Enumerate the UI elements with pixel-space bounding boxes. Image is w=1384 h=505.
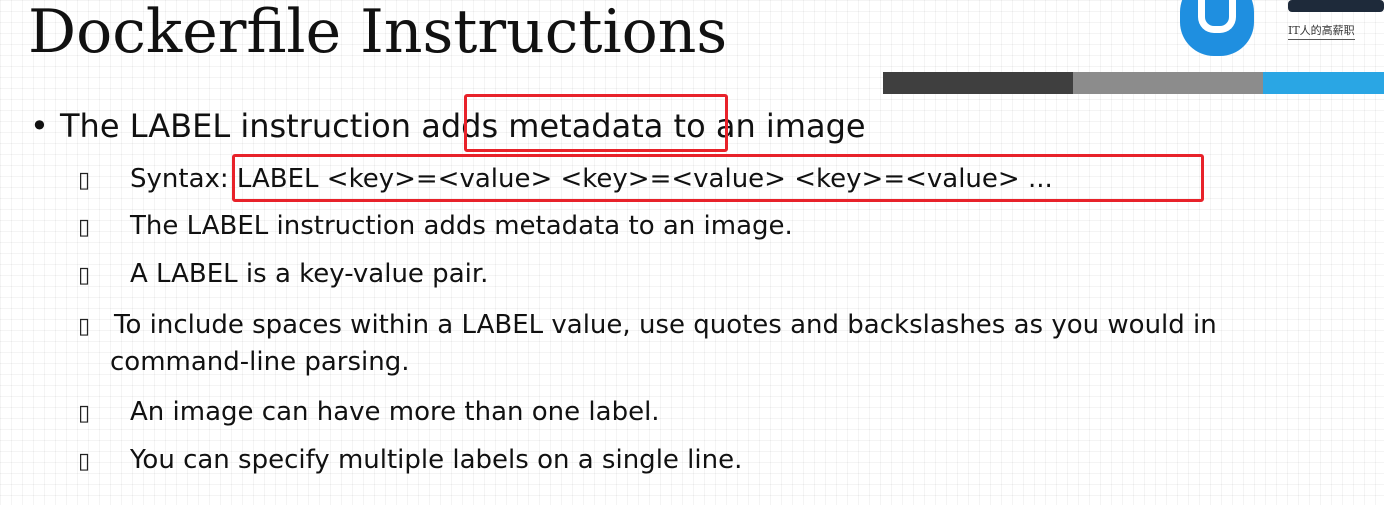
color-bar-gray-segment [1073, 72, 1263, 94]
main-bullet: • The LABEL instruction adds metadata to … [30, 102, 866, 150]
sub-bullet-marker: ▯ [78, 401, 91, 426]
sub-bullet-marker: ▯ [78, 215, 91, 240]
logo-tagline: IT人的高薪职 [1288, 22, 1355, 40]
decorative-color-bar [883, 72, 1384, 94]
sub-item-text: To include spaces within a LABEL value, … [114, 310, 1217, 340]
color-bar-dark-segment [883, 72, 1073, 94]
sub-item-spaces-continuation: command-line parsing. [110, 347, 410, 377]
sub-item-text: An image can have more than one label. [130, 397, 660, 427]
sub-item-text: The LABEL instruction adds metadata to a… [130, 211, 793, 241]
sub-bullet-marker: ▯ [78, 263, 91, 288]
highlight-box-adds-metadata [464, 94, 728, 152]
sub-item-spaces: ▯ To include spaces within a LABEL value,… [78, 307, 1217, 345]
bullet-marker: • [30, 107, 49, 145]
sub-item-text: You can specify multiple labels on a sin… [130, 445, 743, 475]
sub-item-key-value: ▯ A LABEL is a key-value pair. [78, 256, 488, 294]
logo-wordmark [1288, 0, 1384, 12]
sub-item-text: A LABEL is a key-value pair. [130, 259, 489, 289]
logo-mark-icon [1180, 0, 1254, 56]
sub-item-single-line: ▯ You can specify multiple labels on a si… [78, 442, 742, 480]
sub-bullet-marker: ▯ [78, 314, 91, 339]
sub-item-adds-metadata: ▯ The LABEL instruction adds metadata to … [78, 208, 793, 246]
highlight-box-syntax [232, 154, 1204, 202]
color-bar-blue-segment [1263, 72, 1384, 94]
main-bullet-text: The LABEL instruction adds metadata to a… [60, 107, 866, 145]
sub-item-more-than-one: ▯ An image can have more than one label. [78, 394, 660, 432]
logo: IT人的高薪职 [1178, 0, 1384, 56]
sub-bullet-marker: ▯ [78, 168, 91, 193]
slide: Dockerfile Instructions IT人的高薪职 • The LAB… [0, 0, 1384, 505]
sub-bullet-marker: ▯ [78, 449, 91, 474]
slide-title: Dockerfile Instructions [28, 0, 728, 67]
